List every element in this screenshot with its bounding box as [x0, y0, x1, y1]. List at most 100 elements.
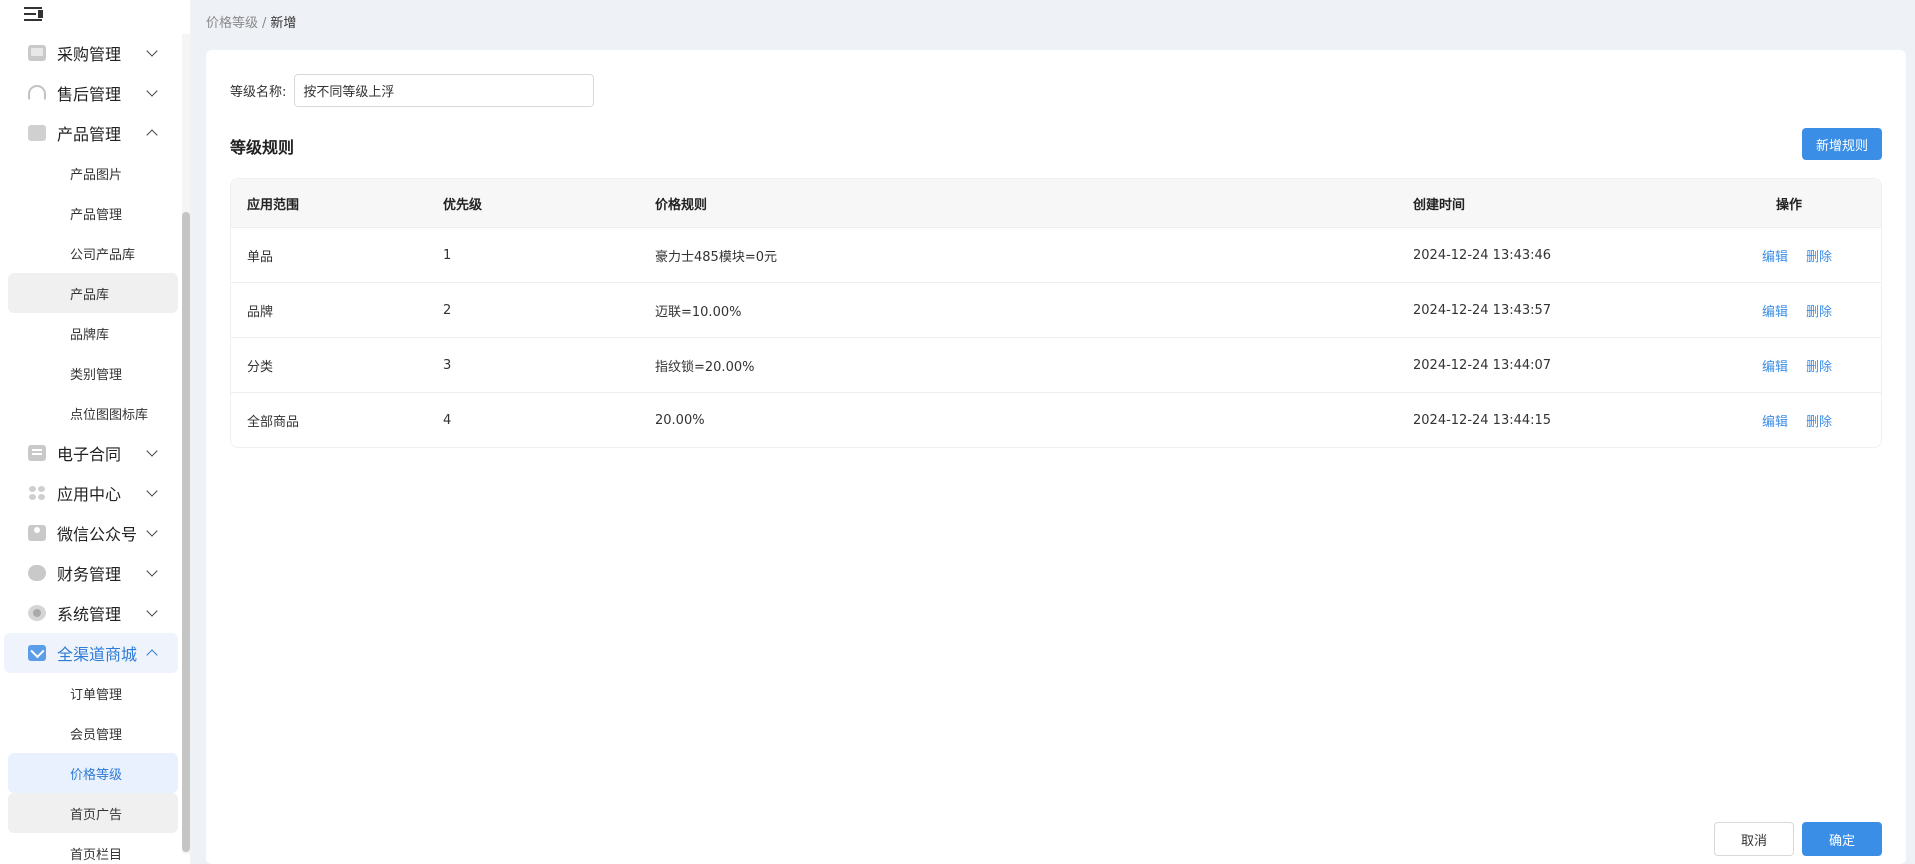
sidebar-group-e-contract[interactable]: 电子合同 [4, 433, 178, 473]
sidebar-group-label: 电子合同 [57, 445, 122, 464]
contract-icon [28, 445, 46, 461]
sidebar-item-product-images[interactable]: 产品图片 [8, 153, 178, 193]
cell-scope: 全部商品 [247, 414, 300, 430]
column-header: 应用范围 [247, 197, 300, 213]
cell-rule: 指纹锁=20.00% [655, 359, 755, 375]
chevron-down-icon [146, 565, 158, 577]
box-icon [28, 125, 46, 141]
money-bag-icon [28, 565, 46, 581]
mall-icon [28, 645, 46, 661]
sidebar-group-finance[interactable]: 财务管理 [4, 553, 178, 593]
cell-created: 2024-12-24 13:43:46 [1413, 247, 1552, 263]
apps-icon [28, 485, 46, 501]
sidebar-group-label: 系统管理 [57, 605, 122, 624]
sidebar-group-label: 售后管理 [57, 85, 122, 104]
column-header: 创建时间 [1413, 197, 1466, 213]
sidebar-group-wechat[interactable]: 微信公众号 [4, 513, 178, 553]
breadcrumb-parent[interactable]: 价格等级 [206, 16, 258, 31]
chevron-down-icon [146, 605, 158, 617]
headset-icon [28, 85, 46, 101]
confirm-button[interactable]: 确定 [1802, 822, 1882, 856]
footer-actions: 取消 确定 [1714, 822, 1882, 856]
cell-created: 2024-12-24 13:44:07 [1413, 357, 1552, 373]
cell-scope: 分类 [247, 359, 274, 375]
sidebar-group-label: 应用中心 [57, 485, 122, 504]
table-header: 应用范围 优先级 价格规则 创建时间 操作 [231, 179, 1881, 227]
sidebar-item-category-management[interactable]: 类别管理 [8, 353, 178, 393]
level-name-input[interactable] [294, 74, 595, 107]
sidebar-scrollbar[interactable] [182, 34, 190, 854]
chevron-up-icon [146, 129, 158, 141]
edit-link[interactable]: 编辑 [1762, 250, 1788, 265]
chevron-down-icon [146, 45, 158, 57]
sidebar-item-home-ads[interactable]: 首页广告 [8, 793, 178, 833]
delete-link[interactable]: 删除 [1806, 360, 1832, 375]
cell-priority: 2 [443, 302, 452, 318]
sidebar-group-products[interactable]: 产品管理 [4, 113, 178, 153]
breadcrumb-separator: / [262, 16, 267, 31]
sidebar-item-members[interactable]: 会员管理 [8, 713, 178, 753]
column-header: 操作 [1775, 197, 1802, 213]
cell-actions: 编辑 删除 [1713, 356, 1881, 375]
chevron-down-icon [146, 85, 158, 97]
gear-icon [28, 605, 46, 621]
scrollbar-thumb[interactable] [182, 212, 190, 852]
delete-link[interactable]: 删除 [1806, 305, 1832, 320]
sidebar-group-omni-mall[interactable]: 全渠道商城 [4, 633, 178, 673]
chevron-up-icon [146, 649, 158, 661]
level-name-label: 等级名称: [230, 85, 287, 100]
sidebar-item-orders[interactable]: 订单管理 [8, 673, 178, 713]
edit-link[interactable]: 编辑 [1762, 305, 1788, 320]
level-name-row: 等级名称: [230, 74, 595, 107]
cell-scope: 品牌 [247, 304, 274, 320]
sidebar-item-company-product-library[interactable]: 公司产品库 [8, 233, 178, 273]
cell-created: 2024-12-24 13:44:15 [1413, 412, 1552, 428]
cell-actions: 编辑 删除 [1713, 411, 1881, 430]
cell-rule: 20.00% [655, 412, 705, 428]
cancel-button[interactable]: 取消 [1714, 822, 1794, 856]
column-header: 优先级 [443, 197, 483, 213]
cell-actions: 编辑 删除 [1713, 246, 1881, 265]
delete-link[interactable]: 删除 [1806, 415, 1832, 430]
sidebar: 采购管理 售后管理 产品管理 产品图片 产品管理 公司产品库 产品库 品牌库 类… [0, 0, 190, 864]
sidebar-menu: 采购管理 售后管理 产品管理 产品图片 产品管理 公司产品库 产品库 品牌库 类… [0, 33, 182, 864]
sidebar-group-label: 全渠道商城 [57, 645, 138, 664]
cell-priority: 4 [443, 412, 452, 428]
edit-link[interactable]: 编辑 [1762, 415, 1788, 430]
sidebar-item-product-management[interactable]: 产品管理 [8, 193, 178, 233]
cell-actions: 编辑 删除 [1713, 301, 1881, 320]
sidebar-group-system[interactable]: 系统管理 [4, 593, 178, 633]
rules-table: 应用范围 优先级 价格规则 创建时间 操作 单品 1 豪力士485模块=0元 2… [230, 178, 1882, 448]
cart-icon [28, 45, 46, 61]
collapse-menu-icon[interactable] [24, 4, 46, 24]
sidebar-item-point-map-icons[interactable]: 点位图图标库 [8, 393, 178, 433]
add-rule-button[interactable]: 新增规则 [1802, 128, 1882, 160]
breadcrumb-current: 新增 [270, 16, 297, 31]
main-card: 等级名称: 等级规则 新增规则 应用范围 优先级 价格规则 创建时间 操作 单品… [206, 50, 1906, 864]
cell-scope: 单品 [247, 249, 274, 265]
sidebar-group-after-sales[interactable]: 售后管理 [4, 73, 178, 113]
cell-rule: 豪力士485模块=0元 [655, 249, 777, 265]
sidebar-item-home-columns[interactable]: 首页栏目 [8, 833, 178, 864]
table-row: 分类 3 指纹锁=20.00% 2024-12-24 13:44:07 编辑 删除 [231, 337, 1881, 392]
sidebar-group-label: 财务管理 [57, 565, 122, 584]
sidebar-group-label: 采购管理 [57, 45, 122, 64]
cell-priority: 1 [443, 247, 452, 263]
table-row: 品牌 2 迈联=10.00% 2024-12-24 13:43:57 编辑 删除 [231, 282, 1881, 337]
sidebar-item-product-library[interactable]: 产品库 [8, 273, 178, 313]
sidebar-item-brand-library[interactable]: 品牌库 [8, 313, 178, 353]
edit-link[interactable]: 编辑 [1762, 360, 1788, 375]
cell-rule: 迈联=10.00% [655, 304, 742, 320]
sidebar-group-purchase[interactable]: 采购管理 [4, 33, 178, 73]
table-row: 单品 1 豪力士485模块=0元 2024-12-24 13:43:46 编辑 删… [231, 227, 1881, 282]
chevron-down-icon [146, 525, 158, 537]
sidebar-group-app-center[interactable]: 应用中心 [4, 473, 178, 513]
sidebar-group-label: 微信公众号 [57, 525, 138, 544]
cell-created: 2024-12-24 13:43:57 [1413, 302, 1552, 318]
delete-link[interactable]: 删除 [1806, 250, 1832, 265]
column-header: 价格规则 [655, 197, 708, 213]
sidebar-item-price-levels[interactable]: 价格等级 [8, 753, 178, 793]
sidebar-group-label: 产品管理 [57, 125, 122, 144]
user-icon [28, 525, 46, 541]
chevron-down-icon [146, 485, 158, 497]
